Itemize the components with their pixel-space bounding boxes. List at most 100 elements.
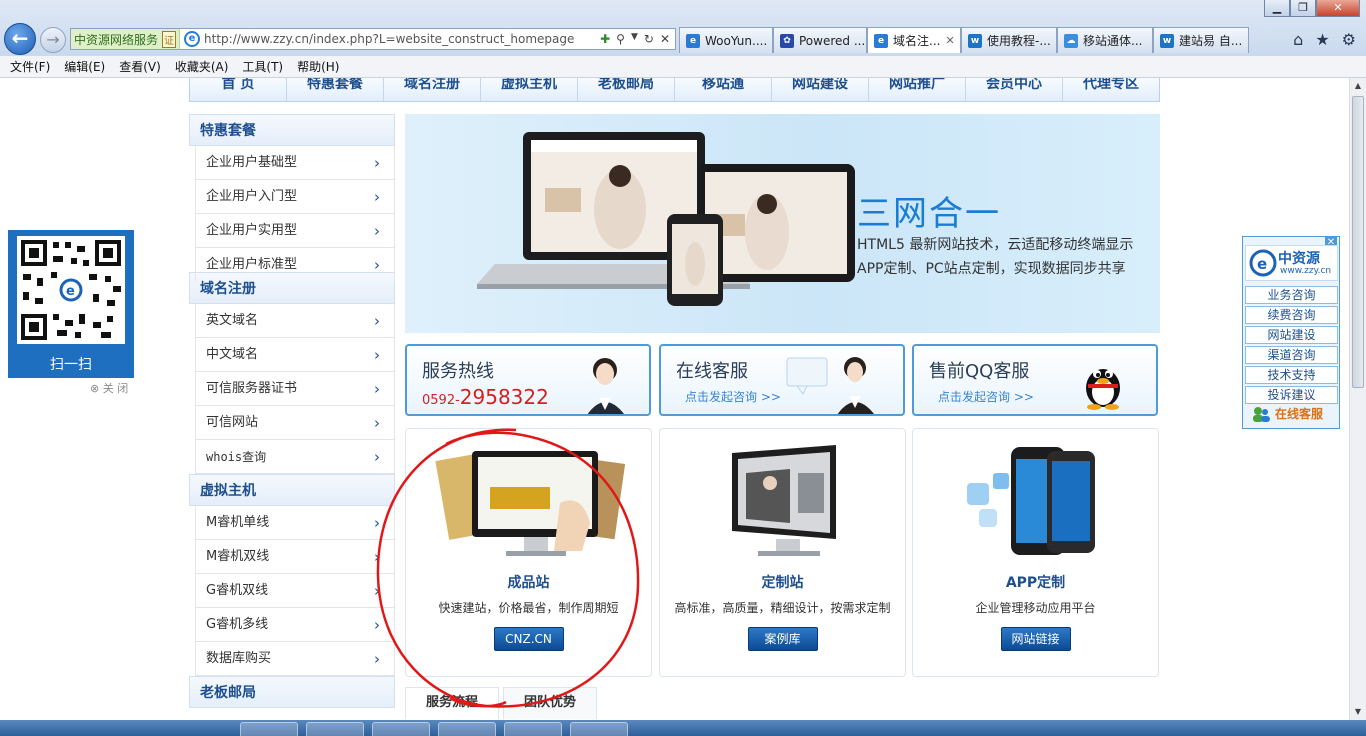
ie-icon: e (874, 33, 888, 48)
chevron-right-icon: › (374, 222, 380, 240)
sidebar-item[interactable]: 可信网站 › (195, 406, 395, 440)
taskbar-item[interactable] (438, 722, 496, 736)
taskbar-item[interactable] (240, 722, 298, 736)
dropdown-icon[interactable]: ▼ (631, 32, 638, 46)
chevron-right-icon: › (374, 154, 380, 172)
sidebar-item[interactable]: 企业用户标准型 › (195, 248, 395, 282)
sidebar-item[interactable]: 可信服务器证书 › (195, 372, 395, 406)
tab-powered[interactable]: ✿ Powered ... (773, 27, 867, 53)
sidebar-item[interactable]: G睿机双线 › (195, 574, 395, 608)
sidebar-item[interactable]: G睿机多线 › (195, 608, 395, 642)
vertical-scrollbar[interactable]: ▲ ▼ (1349, 78, 1366, 720)
nav-agent-zone[interactable]: 代理专区 (1063, 78, 1159, 101)
forward-button[interactable]: → (40, 27, 66, 53)
online-service-box[interactable]: 在线客服 点击发起咨询 >> (659, 344, 905, 416)
window-controls: ▁ ❐ ✕ (1264, 0, 1360, 17)
menu-edit[interactable]: 编辑(E) (64, 58, 105, 75)
tab-team-advantage[interactable]: 团队优势 (503, 687, 598, 719)
hero-banner[interactable]: 三网合一 HTML5 最新网站技术，云适配移动终端显示 APP定制、PC站点定制… (405, 114, 1160, 333)
cs-item-renewal[interactable]: 续费咨询 (1245, 306, 1338, 324)
nav-member-center[interactable]: 会员中心 (966, 78, 1063, 101)
nav-website-build[interactable]: 网站建设 (772, 78, 869, 101)
product-card-ready-made[interactable]: 成品站 快速建站，价格最省，制作周期短 CNZ.CN (405, 428, 652, 677)
sidebar-item[interactable]: 企业用户入门型 › (195, 180, 395, 214)
logo-url: www.zzy.cn (1280, 266, 1332, 276)
tab-label: WooYun.... (705, 33, 768, 48)
product-card-custom[interactable]: 定制站 高标准，高质量，精细设计，按需求定制 案例库 (659, 428, 906, 677)
back-button[interactable]: ← (4, 23, 36, 55)
certificate-badge[interactable]: 中资源网络服务 证 (71, 29, 181, 49)
sidebar-item[interactable]: M睿机双线 › (195, 540, 395, 574)
card-desc: 高标准，高质量，精细设计，按需求定制 (674, 601, 891, 615)
site-main-nav: 首 页 特惠套餐 域名注册 虚拟主机 老板邮局 移站通 网站建设 网站推广 会员… (189, 78, 1160, 102)
sidebar-item[interactable]: 数据库购买 › (195, 642, 395, 676)
cs-item-channel[interactable]: 渠道咨询 (1245, 346, 1338, 364)
refresh-icon[interactable]: ↻ (644, 32, 654, 46)
os-taskbar (0, 720, 1366, 736)
arrow-right-icon: → (46, 30, 60, 49)
scroll-thumb[interactable] (1352, 96, 1364, 388)
taskbar-item[interactable] (372, 722, 430, 736)
minimize-button[interactable]: ▁ (1264, 0, 1290, 17)
settings-gear-icon[interactable]: ⚙ (1342, 30, 1356, 49)
tab-domain-active[interactable]: e 域名注... ✕ (867, 27, 961, 53)
tab-tutorial[interactable]: w 使用教程-... (961, 27, 1057, 53)
menu-tools[interactable]: 工具(T) (242, 58, 283, 75)
favorites-star-icon[interactable]: ★ (1315, 30, 1329, 49)
service-link[interactable]: 点击发起咨询 >> (938, 388, 1034, 405)
qr-close-button[interactable]: ⊗ 关 闭 (90, 380, 128, 396)
sidebar-item[interactable]: whois查询 › (195, 440, 395, 474)
menu-view[interactable]: 查看(V) (119, 58, 161, 75)
tab-service-process[interactable]: 服务流程 (405, 687, 500, 719)
tab-wooyun[interactable]: e WooYun.... (679, 27, 773, 53)
sidebar-item[interactable]: 中文域名 › (195, 338, 395, 372)
phone-number: 2958322 (459, 385, 549, 409)
scroll-down-arrow-icon[interactable]: ▼ (1350, 704, 1366, 720)
tab-yizhantong[interactable]: ☁ 移站通体... (1057, 27, 1153, 53)
nav-boss-mail[interactable]: 老板邮局 (578, 78, 675, 101)
cs-item-tech-support[interactable]: 技术支持 (1245, 366, 1338, 384)
product-card-app[interactable]: APP定制 企业管理移动应用平台 网站链接 (912, 428, 1159, 677)
taskbar-item[interactable] (570, 722, 628, 736)
service-hotline-box[interactable]: 服务热线 0592-2958322 (405, 344, 651, 416)
tab-jianzhanyi[interactable]: w 建站易 自... (1153, 27, 1249, 53)
sidebar-item[interactable]: 英文域名 › (195, 304, 395, 338)
sidebar-item[interactable]: M睿机单线 › (195, 506, 395, 540)
sidebar-section-title[interactable]: 特惠套餐 (189, 114, 395, 146)
sidebar-item[interactable]: 企业用户基础型 › (195, 146, 395, 180)
hotline-phone: 0592-2958322 (422, 385, 549, 409)
nav-special-packages[interactable]: 特惠套餐 (287, 78, 384, 101)
maximize-button[interactable]: ❐ (1290, 0, 1316, 17)
nav-yizhantong[interactable]: 移站通 (675, 78, 772, 101)
sidebar-item[interactable]: 企业用户实用型 › (195, 214, 395, 248)
nav-virtual-host[interactable]: 虚拟主机 (481, 78, 578, 101)
taskbar-item[interactable] (504, 722, 562, 736)
close-window-button[interactable]: ✕ (1316, 0, 1360, 17)
service-link[interactable]: 点击发起咨询 >> (685, 388, 781, 405)
menu-file[interactable]: 文件(F) (10, 58, 50, 75)
cs-item-complaint[interactable]: 投诉建议 (1245, 386, 1338, 404)
qq-service-box[interactable]: 售前QQ客服 点击发起咨询 >> (912, 344, 1158, 416)
nav-home[interactable]: 首 页 (190, 78, 287, 101)
url-text[interactable]: http://www.zzy.cn/index.php?L=website_co… (204, 32, 600, 46)
sidebar-section-title[interactable]: 虚拟主机 (189, 474, 395, 506)
cs-item-website[interactable]: 网站建设 (1245, 326, 1338, 344)
online-service-button[interactable]: 在线客服 (1245, 403, 1338, 425)
cs-item-business[interactable]: 业务咨询 (1245, 286, 1338, 304)
scroll-up-arrow-icon[interactable]: ▲ (1350, 78, 1366, 94)
menu-help[interactable]: 帮助(H) (297, 58, 339, 75)
case-library-button[interactable]: 案例库 (747, 627, 818, 651)
nav-domain-registration[interactable]: 域名注册 (384, 78, 481, 101)
stop-icon[interactable]: ✕ (660, 32, 670, 46)
website-link-button[interactable]: 网站链接 (1000, 627, 1071, 651)
close-tab-icon[interactable]: ✕ (945, 34, 954, 47)
nav-website-promotion[interactable]: 网站推广 (869, 78, 966, 101)
compat-icon[interactable]: ✚ (600, 32, 610, 46)
search-icon[interactable]: ⚲ (616, 32, 625, 46)
cnz-button[interactable]: CNZ.CN (493, 627, 564, 651)
sidebar-section-title[interactable]: 老板邮局 (189, 676, 395, 708)
menu-favorites[interactable]: 收藏夹(A) (175, 58, 229, 75)
home-icon[interactable]: ⌂ (1293, 30, 1303, 49)
taskbar-item[interactable] (306, 722, 364, 736)
address-bar[interactable]: 中资源网络服务 证 e http://www.zzy.cn/index.php?… (70, 28, 676, 50)
